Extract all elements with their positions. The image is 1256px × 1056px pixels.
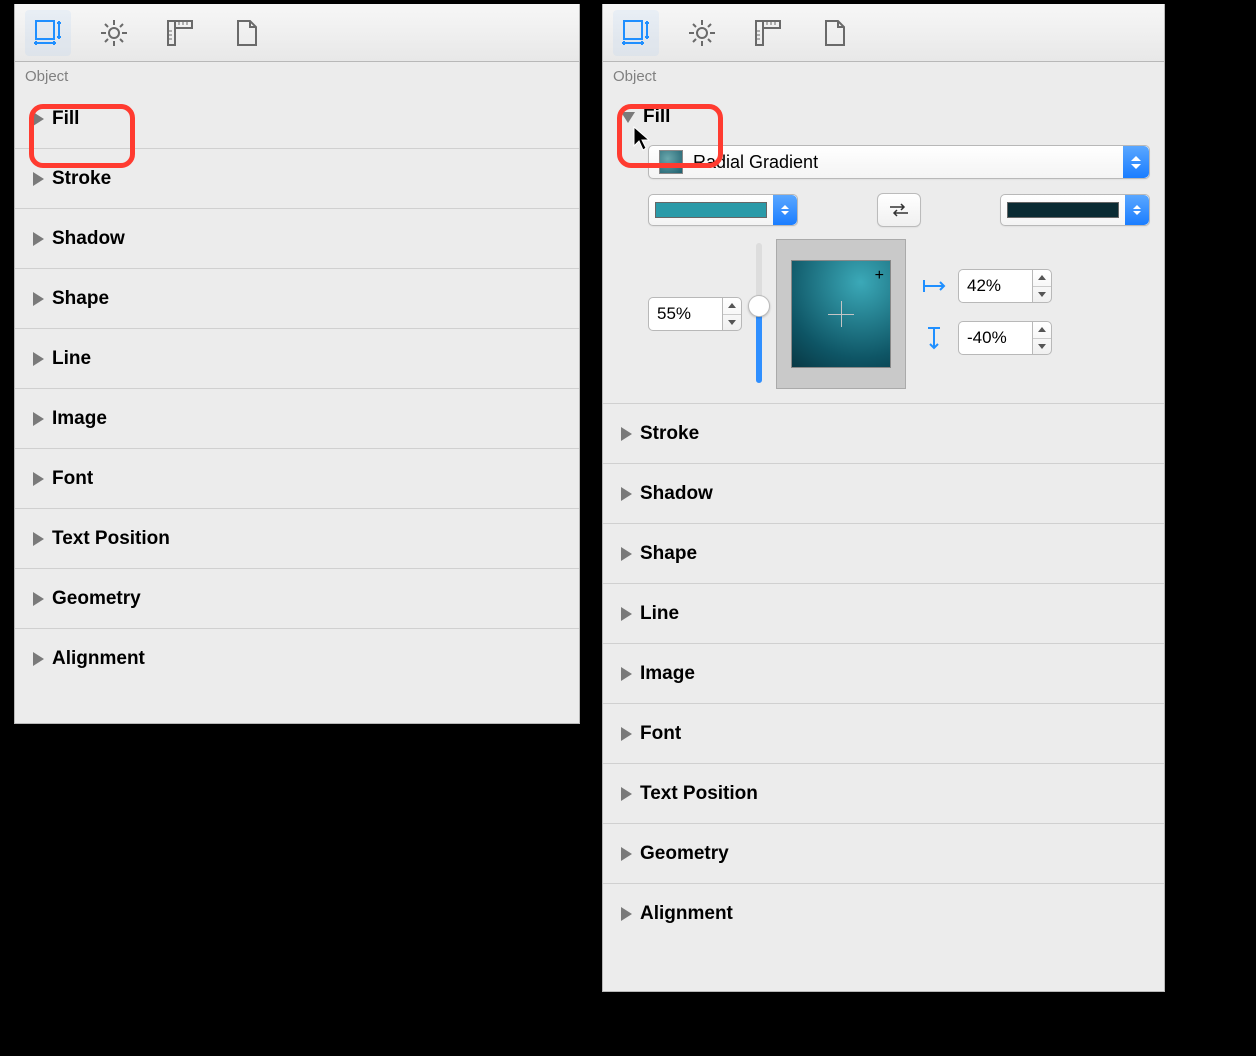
gear-icon[interactable] [679, 10, 725, 56]
geometry-row[interactable]: Geometry [15, 569, 579, 629]
inspector-panel-collapsed: Object Fill Stroke Shadow Shape Line Ima… [14, 4, 580, 724]
y-position-input[interactable] [958, 321, 1032, 355]
fill-controls: Radial Gradient [603, 145, 1164, 404]
alignment-row[interactable]: Alignment [603, 884, 1164, 944]
disclosure-triangle-icon [621, 547, 632, 561]
dropdown-arrows-icon [1123, 146, 1149, 178]
opacity-slider[interactable] [756, 243, 762, 383]
fill-label: Fill [643, 106, 670, 128]
gear-icon[interactable] [91, 10, 137, 56]
dropdown-arrows-icon [773, 195, 797, 225]
line-row[interactable]: Line [15, 329, 579, 389]
disclosure-triangle-icon [621, 907, 632, 921]
section-header-object: Object [603, 62, 1164, 89]
y-position-icon [920, 324, 948, 352]
opacity-input[interactable] [648, 297, 722, 331]
disclosure-triangle-icon [621, 487, 632, 501]
mouse-cursor-icon [633, 126, 651, 152]
ruler-icon[interactable] [745, 10, 791, 56]
disclosure-triangle-icon [33, 112, 44, 126]
stepper-spin[interactable] [722, 297, 742, 331]
fill-row[interactable]: Fill [15, 89, 579, 149]
line-row[interactable]: Line [603, 584, 1164, 644]
slider-thumb[interactable] [748, 295, 770, 317]
disclosure-triangle-open-icon [621, 112, 635, 123]
gradient-color-end[interactable] [1000, 194, 1150, 226]
dropdown-arrows-icon [1125, 195, 1149, 225]
object-inspector-tab[interactable] [613, 10, 659, 56]
disclosure-triangle-icon [33, 172, 44, 186]
swap-icon [888, 202, 910, 218]
stepper-spin[interactable] [1032, 321, 1052, 355]
stepper-spin[interactable] [1032, 269, 1052, 303]
section-header-object: Object [15, 62, 579, 89]
x-position-input[interactable] [958, 269, 1032, 303]
alignment-row[interactable]: Alignment [15, 629, 579, 689]
fill-label: Fill [52, 108, 79, 130]
ruler-icon[interactable] [157, 10, 203, 56]
x-position-icon [920, 272, 948, 300]
opacity-stepper[interactable] [648, 297, 742, 331]
y-position-stepper[interactable] [958, 321, 1052, 355]
gradient-preview[interactable]: + [776, 239, 906, 389]
disclosure-triangle-icon [621, 727, 632, 741]
object-inspector-tab[interactable] [25, 10, 71, 56]
disclosure-triangle-icon [621, 787, 632, 801]
inspector-panel-expanded: Object Fill Radial Gradient [602, 4, 1165, 992]
font-row[interactable]: Font [15, 449, 579, 509]
disclosure-triangle-icon [621, 607, 632, 621]
disclosure-triangle-icon [33, 592, 44, 606]
disclosure-triangle-icon [33, 472, 44, 486]
font-row[interactable]: Font [603, 704, 1164, 764]
gradient-swatch-icon [659, 150, 683, 174]
color-bar-icon [1007, 202, 1119, 218]
stroke-row[interactable]: Stroke [15, 149, 579, 209]
document-icon[interactable] [811, 10, 857, 56]
image-row[interactable]: Image [15, 389, 579, 449]
text-position-row[interactable]: Text Position [15, 509, 579, 569]
x-position-stepper[interactable] [958, 269, 1052, 303]
fill-row-expanded[interactable]: Fill [603, 89, 1164, 145]
disclosure-triangle-icon [33, 412, 44, 426]
shape-row[interactable]: Shape [603, 524, 1164, 584]
shadow-row[interactable]: Shadow [603, 464, 1164, 524]
disclosure-triangle-icon [621, 427, 632, 441]
image-row[interactable]: Image [603, 644, 1164, 704]
stroke-row[interactable]: Stroke [603, 404, 1164, 464]
handle-icon[interactable]: + [875, 267, 884, 285]
disclosure-triangle-icon [33, 652, 44, 666]
shadow-row[interactable]: Shadow [15, 209, 579, 269]
geometry-row[interactable]: Geometry [603, 824, 1164, 884]
disclosure-triangle-icon [33, 292, 44, 306]
disclosure-triangle-icon [621, 667, 632, 681]
swap-colors-button[interactable] [877, 193, 921, 227]
document-icon[interactable] [223, 10, 269, 56]
center-handle-icon[interactable] [828, 301, 854, 327]
fill-type-label: Radial Gradient [693, 152, 818, 173]
disclosure-triangle-icon [33, 352, 44, 366]
disclosure-triangle-icon [621, 847, 632, 861]
shape-row[interactable]: Shape [15, 269, 579, 329]
color-bar-icon [655, 202, 767, 218]
gradient-color-start[interactable] [648, 194, 798, 226]
inspector-toolbar [603, 4, 1164, 62]
disclosure-triangle-icon [33, 232, 44, 246]
disclosure-triangle-icon [33, 532, 44, 546]
text-position-row[interactable]: Text Position [603, 764, 1164, 824]
inspector-toolbar [15, 4, 579, 62]
fill-type-dropdown[interactable]: Radial Gradient [648, 145, 1150, 179]
